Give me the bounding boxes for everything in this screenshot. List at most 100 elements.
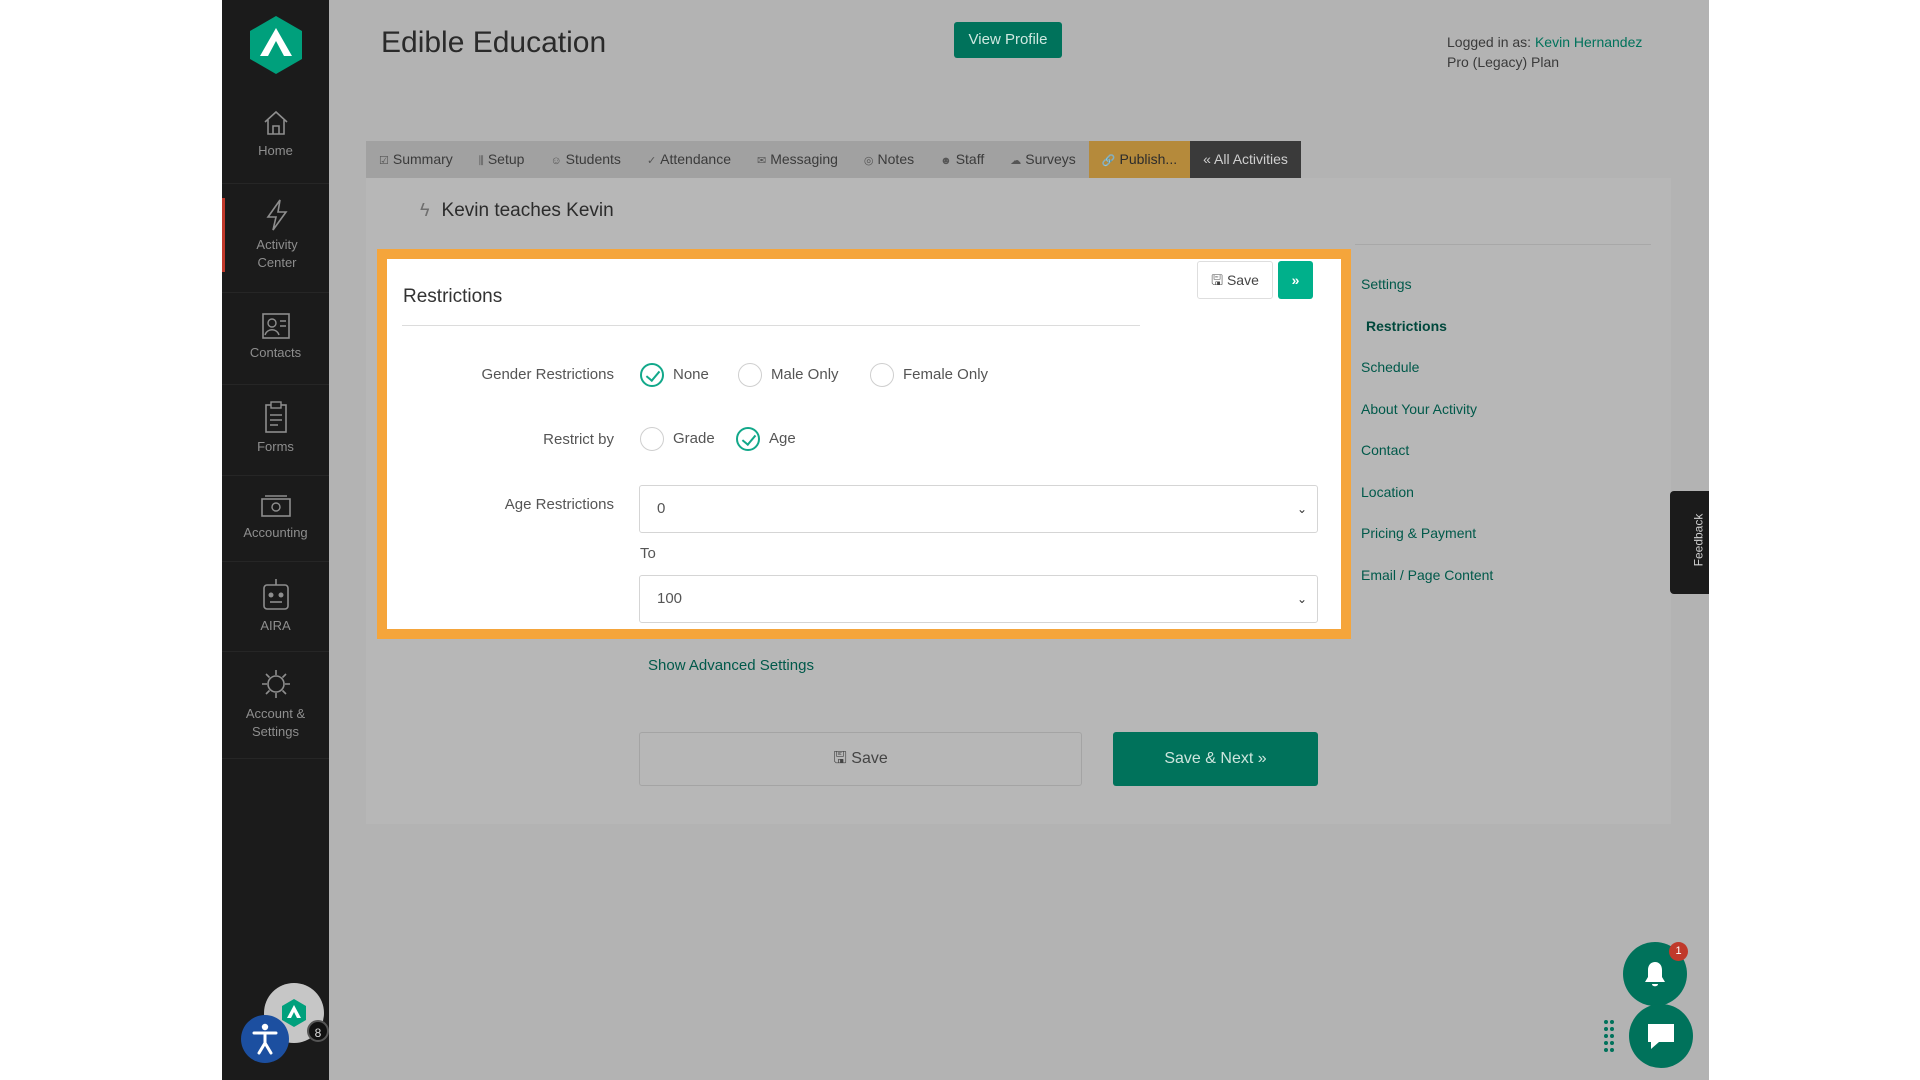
age-max-select[interactable]: 100 ⌄ (639, 575, 1318, 623)
app-logo-icon[interactable] (248, 14, 304, 76)
tab-all-activities[interactable]: « All Activities (1190, 141, 1301, 178)
accessibility-icon (252, 1023, 278, 1055)
user-name-link[interactable]: Kevin Hernandez (1535, 34, 1642, 50)
avatar-badge: 8 (307, 1020, 329, 1042)
to-label: To (640, 545, 656, 562)
show-advanced-settings-link[interactable]: Show Advanced Settings (648, 657, 814, 674)
chevron-down-icon: ⌄ (1296, 502, 1307, 516)
chat-button[interactable] (1629, 1004, 1693, 1068)
radio-circle (738, 363, 762, 387)
activity-title: ϟ Kevin teaches Kevin (420, 200, 614, 222)
tab-attendance[interactable]: ✓ Attendance (634, 141, 744, 178)
divider (222, 384, 329, 385)
gender-radio-female-only[interactable]: Female Only (870, 363, 988, 387)
save-icon: 🖫 (1211, 272, 1227, 288)
accessibility-button[interactable] (241, 1015, 289, 1063)
card-save-button[interactable]: 🖫 Save (1197, 261, 1273, 299)
radio-label: Age (769, 430, 796, 447)
tab-label: Attendance (660, 151, 731, 167)
tab-summary[interactable]: ☑ Summary (366, 141, 466, 178)
sidebar-item-label: Accounting (243, 525, 308, 540)
tab-staff[interactable]: ☻ Staff (927, 141, 997, 178)
save-and-next-button[interactable]: Save & Next » (1113, 732, 1318, 786)
surveys-icon: ☁ (1010, 155, 1022, 167)
money-icon (260, 495, 291, 517)
attendance-icon: ✓ (646, 155, 657, 167)
feedback-tab[interactable]: Feedback (1670, 491, 1709, 594)
age-min-select[interactable]: 0 ⌄ (639, 485, 1318, 533)
clipboard-icon (264, 401, 287, 433)
notification-badge: 1 (1669, 942, 1688, 961)
restrict-by-radio-grade[interactable]: Grade (640, 427, 715, 451)
side-nav-email-page-content[interactable]: Email / Page Content (1361, 567, 1493, 583)
sidebar-item-activity-center[interactable]: Activity Center (222, 198, 329, 272)
sidebar-item-forms[interactable]: Forms (222, 400, 329, 456)
gender-radio-none[interactable]: None (640, 363, 709, 387)
divider (402, 325, 1140, 326)
restrict-by-label: Restrict by (543, 431, 614, 448)
tab-students[interactable]: ☺ Students (537, 141, 634, 178)
gender-restrictions-label: Gender Restrictions (481, 366, 614, 383)
tab-label: Publish... (1119, 151, 1178, 167)
setup-icon: ⫼ (478, 155, 484, 167)
side-nav-location[interactable]: Location (1361, 484, 1414, 500)
side-nav-contact[interactable]: Contact (1361, 442, 1409, 458)
sidebar-item-home[interactable]: Home (222, 108, 329, 160)
sidebar-item-accounting[interactable]: Accounting (222, 492, 329, 542)
sidebar-item-account-settings[interactable]: Account & Settings (222, 667, 329, 741)
students-icon: ☺ (550, 155, 562, 167)
side-nav-restrictions[interactable]: Restrictions (1366, 318, 1447, 334)
tab-surveys[interactable]: ☁ Surveys (997, 141, 1089, 178)
radio-label: None (673, 366, 709, 383)
chat-icon (1648, 1024, 1674, 1049)
sidebar-item-contacts[interactable]: Contacts (222, 310, 329, 362)
tab-notes[interactable]: ◎ Notes (851, 141, 927, 178)
plan-name: Pro (Legacy) Plan (1447, 54, 1560, 70)
bolt-icon: ϟ (420, 200, 430, 220)
radio-label: Grade (673, 430, 715, 447)
logged-in-label: Logged in as: (1447, 34, 1532, 50)
drag-handle-icon[interactable] (1603, 1019, 1615, 1053)
app-stage: Home Activity Center Contacts Forms Acco… (222, 0, 1709, 1080)
divider (222, 758, 329, 759)
gender-radio-male-only[interactable]: Male Only (738, 363, 839, 387)
feedback-label: Feedback (1691, 513, 1706, 567)
divider (222, 292, 329, 293)
activity-tabs: ☑ Summary ⫼ Setup ☺ Students ✓ Attendance ✉ M… (366, 141, 1301, 178)
save-button[interactable]: 🖫 Save (639, 732, 1082, 786)
bolt-icon (266, 199, 288, 231)
home-icon (263, 110, 288, 135)
card-next-button[interactable]: » (1278, 261, 1313, 299)
gear-icon (261, 670, 290, 698)
tab-label: Staff (955, 151, 985, 167)
button-label: Save (851, 750, 888, 767)
page-title: Edible Education (381, 26, 607, 59)
radio-circle (736, 427, 760, 451)
staff-icon: ☻ (940, 155, 952, 167)
side-nav-pricing[interactable]: Pricing & Payment (1361, 525, 1476, 541)
divider (222, 183, 329, 184)
radio-circle (870, 363, 894, 387)
robot-icon (262, 579, 289, 610)
activity-name: Kevin teaches Kevin (441, 200, 614, 221)
sidebar-item-label: Home (258, 143, 293, 158)
side-nav-settings[interactable]: Settings (1361, 276, 1412, 292)
save-icon: 🖫 (833, 750, 852, 767)
divider (222, 475, 329, 476)
divider (222, 651, 329, 652)
tab-setup[interactable]: ⫼ Setup (466, 141, 538, 178)
view-profile-button[interactable]: View Profile (954, 22, 1062, 58)
radio-label: Male Only (771, 366, 839, 383)
tab-messaging[interactable]: ✉ Messaging (744, 141, 851, 178)
sidebar-item-aira[interactable]: AIRA (222, 577, 329, 635)
sidebar-item-label: Forms (257, 439, 294, 454)
sidebar-item-label: AIRA (260, 618, 291, 633)
tab-publish[interactable]: 🔗 Publish... (1088, 141, 1191, 178)
sidebar-item-label: Contacts (249, 345, 302, 360)
tab-label: Messaging (770, 151, 838, 167)
side-nav-about[interactable]: About Your Activity (1361, 401, 1477, 417)
button-label: Save (1226, 272, 1259, 288)
tab-label: Summary (392, 151, 453, 167)
restrict-by-radio-age[interactable]: Age (736, 427, 796, 451)
side-nav-schedule[interactable]: Schedule (1361, 359, 1419, 375)
